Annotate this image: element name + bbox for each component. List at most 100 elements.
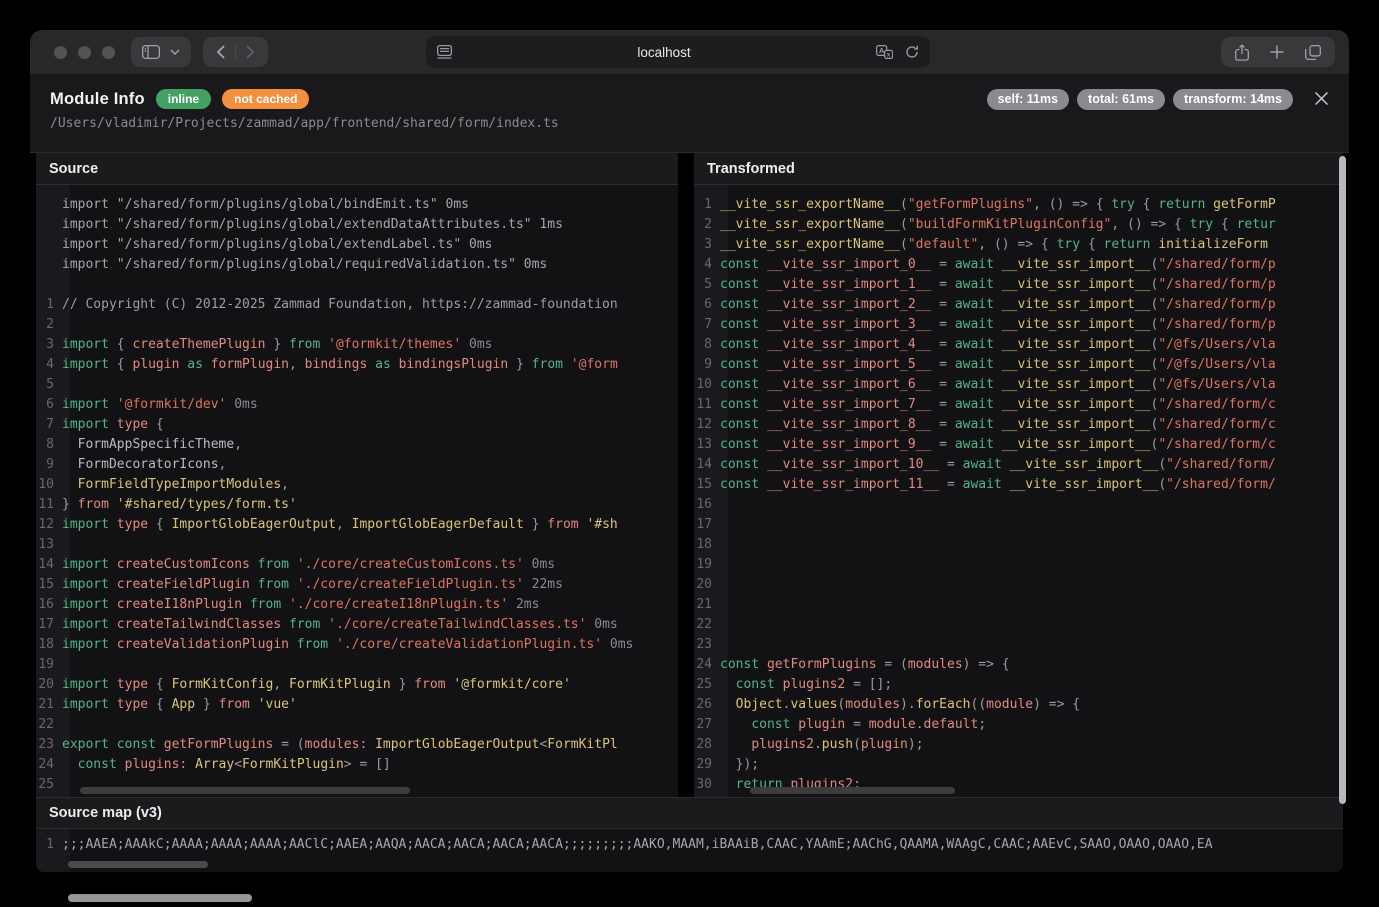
sidebar-toggle-button[interactable] xyxy=(131,37,191,67)
not-cached-badge: not cached xyxy=(222,89,309,109)
code-line: 26 Object.values(modules).forEach((modul… xyxy=(694,695,1342,715)
source-horizontal-scrollbar[interactable] xyxy=(80,787,410,794)
source-code[interactable]: import "/shared/form/plugins/global/bind… xyxy=(36,185,678,797)
line-number: 3 xyxy=(36,335,62,355)
page-horizontal-scrollbar[interactable] xyxy=(68,894,252,902)
code-line: 1// Copyright (C) 2012-2025 Zammad Found… xyxy=(36,295,678,315)
line-number: 15 xyxy=(36,575,62,595)
forward-button[interactable] xyxy=(236,38,264,66)
source-panel: Source import "/shared/form/plugins/glob… xyxy=(36,153,678,797)
line-number xyxy=(36,195,62,215)
new-tab-icon[interactable] xyxy=(1270,45,1284,59)
minimize-window-button[interactable] xyxy=(78,46,91,59)
line-number: 11 xyxy=(36,495,62,515)
line-number: 2 xyxy=(694,215,720,235)
svg-text:A: A xyxy=(879,46,885,55)
timing-metrics: self: 11ms total: 61ms transform: 14ms xyxy=(987,89,1293,110)
line-number: 13 xyxy=(694,435,720,455)
sourcemap-section: Source map (v3) 1;;;AAEA;AAAkC;AAAA;AAAA… xyxy=(36,797,1343,872)
code-line: 4const __vite_ssr_import_0__ = await __v… xyxy=(694,255,1342,275)
code-line: 13const __vite_ssr_import_9__ = await __… xyxy=(694,435,1342,455)
module-header: Module Info inline not cached self: 11ms… xyxy=(30,74,1349,153)
code-line: import "/shared/form/plugins/global/requ… xyxy=(36,255,678,275)
code-line: 17 xyxy=(694,515,1342,535)
toolbar-right-buttons xyxy=(1221,37,1335,67)
code-line: 1;;;AAEA;AAAkC;AAAA;AAAA;AAAA;AAClC;AAEA… xyxy=(36,835,1343,855)
line-number: 7 xyxy=(694,315,720,335)
url-text[interactable]: localhost xyxy=(452,45,876,60)
line-number: 16 xyxy=(36,595,62,615)
source-panel-title: Source xyxy=(36,153,678,185)
code-line: 20 xyxy=(694,575,1342,595)
line-number: 9 xyxy=(36,455,62,475)
code-line: 24 const plugins: Array<FormKitPlugin> =… xyxy=(36,755,678,775)
code-line: 9const __vite_ssr_import_5__ = await __v… xyxy=(694,355,1342,375)
code-line: 7import type { xyxy=(36,415,678,435)
code-line: 25 const plugins2 = []; xyxy=(694,675,1342,695)
line-number: 21 xyxy=(694,595,720,615)
line-number xyxy=(36,235,62,255)
close-icon xyxy=(1314,91,1329,106)
code-line: 2 xyxy=(36,315,678,335)
line-number: 24 xyxy=(694,655,720,675)
zoom-window-button[interactable] xyxy=(102,46,115,59)
line-number xyxy=(36,255,62,275)
line-number: 19 xyxy=(36,655,62,675)
line-number: 7 xyxy=(36,415,62,435)
code-line: 6const __vite_ssr_import_2__ = await __v… xyxy=(694,295,1342,315)
code-line: 18import createValidationPlugin from './… xyxy=(36,635,678,655)
code-line: 15import createFieldPlugin from './core/… xyxy=(36,575,678,595)
line-number: 15 xyxy=(694,475,720,495)
code-line: 11const __vite_ssr_import_7__ = await __… xyxy=(694,395,1342,415)
line-number: 27 xyxy=(694,715,720,735)
line-number: 10 xyxy=(36,475,62,495)
line-number: 10 xyxy=(694,375,720,395)
translate-icon[interactable]: A x xyxy=(876,45,893,59)
address-bar[interactable]: localhost A x xyxy=(426,36,930,68)
code-line: 14const __vite_ssr_import_10__ = await _… xyxy=(694,455,1342,475)
code-line: 12import type { ImportGlobEagerOutput, I… xyxy=(36,515,678,535)
code-line: 22 xyxy=(694,615,1342,635)
page-title: Module Info xyxy=(50,90,145,109)
close-button[interactable] xyxy=(1311,88,1331,108)
line-number: 12 xyxy=(694,415,720,435)
sidebar-icon xyxy=(142,45,160,59)
reader-icon[interactable] xyxy=(437,45,452,59)
line-number: 3 xyxy=(694,235,720,255)
line-number: 1 xyxy=(36,295,62,315)
transformed-panel: Transformed 1__vite_ssr_exportName__("ge… xyxy=(694,153,1342,797)
page-vertical-scrollbar[interactable] xyxy=(1339,156,1346,804)
code-line: 23export const getFormPlugins = (modules… xyxy=(36,735,678,755)
line-number: 17 xyxy=(694,515,720,535)
reload-icon[interactable] xyxy=(905,45,919,59)
sourcemap-title: Source map (v3) xyxy=(36,797,1343,829)
transformed-horizontal-scrollbar[interactable] xyxy=(750,787,955,794)
close-window-button[interactable] xyxy=(54,46,67,59)
tab-overview-icon[interactable] xyxy=(1305,45,1321,60)
line-number: 5 xyxy=(694,275,720,295)
line-number: 9 xyxy=(694,355,720,375)
window-controls xyxy=(54,46,115,59)
line-number: 23 xyxy=(36,735,62,755)
code-line: 5 xyxy=(36,375,678,395)
share-icon[interactable] xyxy=(1235,44,1249,61)
sourcemap-code[interactable]: 1;;;AAEA;AAAkC;AAAA;AAAA;AAAA;AAClC;AAEA… xyxy=(36,829,1343,872)
line-number: 26 xyxy=(694,695,720,715)
code-line: 13 xyxy=(36,535,678,555)
sourcemap-horizontal-scrollbar[interactable] xyxy=(68,861,208,868)
browser-window: localhost A x xyxy=(30,30,1349,880)
code-line: import "/shared/form/plugins/global/exte… xyxy=(36,215,678,235)
transformed-code[interactable]: 1__vite_ssr_exportName__("getFormPlugins… xyxy=(694,185,1342,797)
code-panels: Source import "/shared/form/plugins/glob… xyxy=(30,153,1349,797)
line-number: 22 xyxy=(36,715,62,735)
module-inspector: Module Info inline not cached self: 11ms… xyxy=(30,74,1349,880)
line-number: 8 xyxy=(36,435,62,455)
line-number: 5 xyxy=(36,375,62,395)
code-line: 8const __vite_ssr_import_4__ = await __v… xyxy=(694,335,1342,355)
code-line: 9 FormDecoratorIcons, xyxy=(36,455,678,475)
line-number: 13 xyxy=(36,535,62,555)
line-number: 25 xyxy=(36,775,62,795)
line-number: 23 xyxy=(694,635,720,655)
code-line: 10 FormFieldTypeImportModules, xyxy=(36,475,678,495)
back-button[interactable] xyxy=(207,38,235,66)
